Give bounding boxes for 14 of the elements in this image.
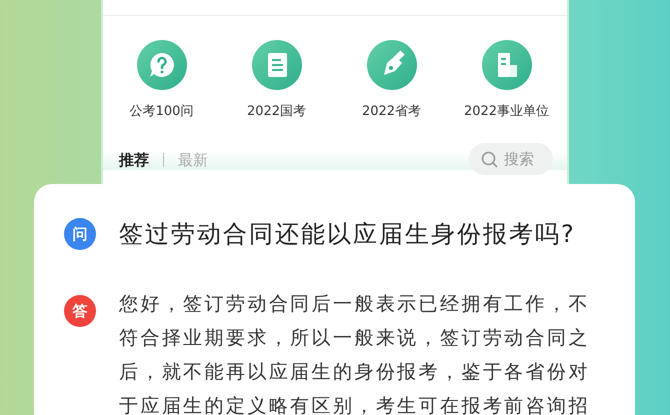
feed-tab[interactable]: 推荐: [119, 150, 149, 170]
question-text: 签过劳动合同还能以应届生身份报考吗?: [119, 219, 577, 250]
pen-nib-icon[interactable]: [366, 40, 416, 90]
shortcut-label[interactable]: 2022国考: [246, 102, 306, 120]
shortcut-label[interactable]: 2022省考: [362, 102, 422, 120]
question-bubble-icon[interactable]: [136, 40, 186, 90]
shortcut-label[interactable]: 2022事业单位: [464, 102, 550, 120]
question-badge: 问: [64, 218, 96, 250]
shortcut-label[interactable]: 公考100问: [130, 102, 194, 120]
document-icon[interactable]: [252, 40, 302, 90]
building-icon[interactable]: [482, 40, 532, 90]
answer-badge: 答: [64, 295, 96, 327]
search-icon: [481, 150, 498, 168]
answer-text: 您好，签订劳动合同后一般表示已经拥有工作，不符合择业期要求，所以一般来说，签订劳动合同之后，就不能再以应届生的身份报考，鉴于各省份对于应届生的定义略有区别，考生可在报考前咨询招: [119, 292, 591, 415]
